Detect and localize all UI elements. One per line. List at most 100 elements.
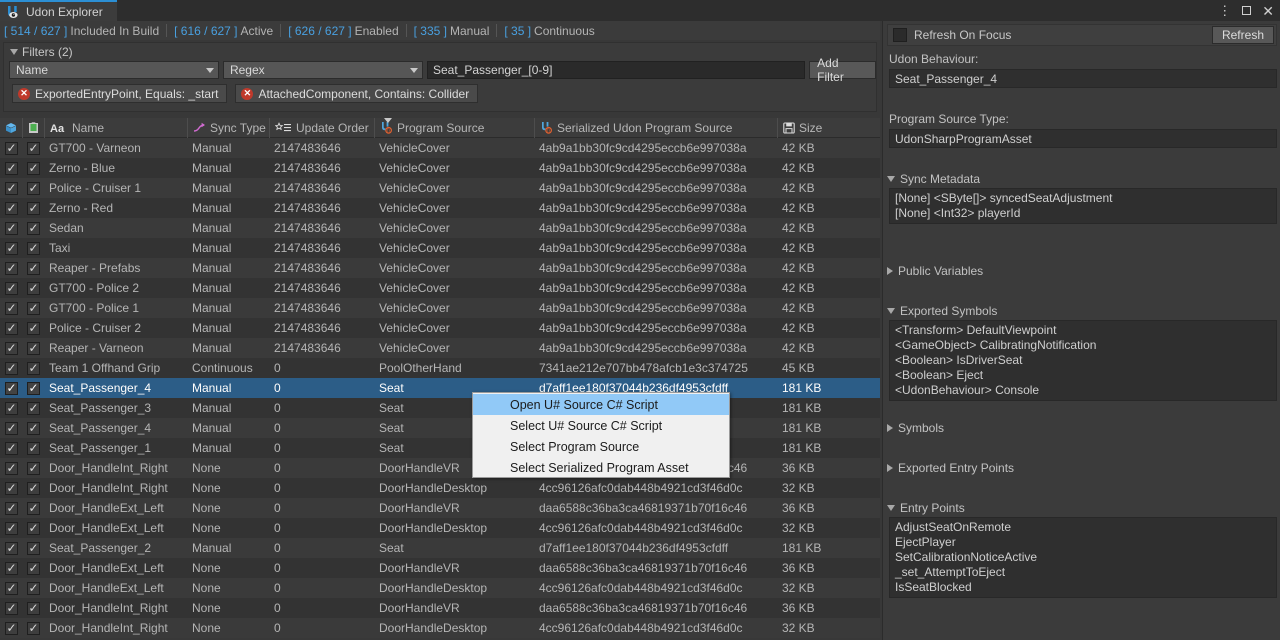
included-in-build-checkbox-cell[interactable] xyxy=(0,241,22,255)
included-in-build-checkbox[interactable] xyxy=(4,541,18,555)
included-in-build-checkbox-cell[interactable] xyxy=(0,321,22,335)
included-in-build-checkbox-cell[interactable] xyxy=(0,481,22,495)
enabled-checkbox[interactable] xyxy=(26,581,40,595)
enabled-checkbox-cell[interactable] xyxy=(22,381,44,395)
enabled-checkbox[interactable] xyxy=(26,301,40,315)
filter-field-dropdown[interactable]: Name xyxy=(9,61,219,79)
enabled-checkbox-cell[interactable] xyxy=(22,401,44,415)
included-in-build-checkbox-cell[interactable] xyxy=(0,181,22,195)
context-menu-item[interactable]: Select Program Source xyxy=(473,436,729,457)
filters-foldout[interactable]: Filters (2) xyxy=(4,43,876,60)
table-row[interactable]: Taxi Manual 2147483646 VehicleCover 4ab9a1bb… xyxy=(0,238,880,258)
table-row[interactable]: Seat_Passenger_4Manual0Seatd7aff1ee180f3… xyxy=(0,418,880,438)
foldout-entry-points[interactable]: Entry Points xyxy=(887,501,965,515)
enabled-checkbox[interactable] xyxy=(26,381,40,395)
included-in-build-checkbox[interactable] xyxy=(4,261,18,275)
included-in-build-checkbox-cell[interactable] xyxy=(0,421,22,435)
enabled-checkbox[interactable] xyxy=(26,421,40,435)
included-in-build-checkbox[interactable] xyxy=(4,361,18,375)
included-in-build-checkbox[interactable] xyxy=(4,321,18,335)
table-row[interactable]: Door_HandleInt_RightNone0DoorHandleVRdaa… xyxy=(0,458,880,478)
included-in-build-checkbox-cell[interactable] xyxy=(0,581,22,595)
included-in-build-checkbox-cell[interactable] xyxy=(0,441,22,455)
column-header-size[interactable]: Size xyxy=(777,117,852,138)
column-header-update-order[interactable]: Update Order xyxy=(269,117,374,138)
table-row[interactable]: Reaper - Varneon Manual 2147483646 VehicleC… xyxy=(0,338,880,358)
refresh-on-focus-checkbox[interactable] xyxy=(893,28,907,42)
enabled-checkbox-cell[interactable] xyxy=(22,621,44,635)
enabled-checkbox-cell[interactable] xyxy=(22,341,44,355)
kebab-menu-icon[interactable]: ⋮ xyxy=(1218,4,1231,17)
column-header-icon-0[interactable] xyxy=(0,118,22,138)
maximize-icon[interactable] xyxy=(1242,6,1252,15)
included-in-build-checkbox[interactable] xyxy=(4,281,18,295)
enabled-checkbox-cell[interactable] xyxy=(22,201,44,215)
table-row[interactable]: GT700 - Varneon Manual 2147483646 VehicleCo… xyxy=(0,138,880,158)
enabled-checkbox-cell[interactable] xyxy=(22,441,44,455)
enabled-checkbox[interactable] xyxy=(26,281,40,295)
enabled-checkbox[interactable] xyxy=(26,601,40,615)
table-row[interactable]: Seat_Passenger_2 Manual 0 Seat d7aff1ee180f3… xyxy=(0,538,880,558)
enabled-checkbox[interactable] xyxy=(26,341,40,355)
included-in-build-checkbox-cell[interactable] xyxy=(0,301,22,315)
enabled-checkbox-cell[interactable] xyxy=(22,561,44,575)
foldout-public-variables[interactable]: Public Variables xyxy=(887,264,983,278)
tab-udon-explorer[interactable]: Udon Explorer xyxy=(0,0,117,21)
included-in-build-checkbox[interactable] xyxy=(4,141,18,155)
enabled-checkbox-cell[interactable] xyxy=(22,581,44,595)
filter-value-input[interactable]: Seat_Passenger_[0-9] xyxy=(427,61,806,79)
enabled-checkbox[interactable] xyxy=(26,221,40,235)
included-in-build-checkbox[interactable] xyxy=(4,301,18,315)
foldout-sync-metadata[interactable]: Sync Metadata xyxy=(887,172,980,186)
enabled-checkbox-cell[interactable] xyxy=(22,161,44,175)
context-menu-item[interactable]: Select U# Source C# Script xyxy=(473,415,729,436)
table-row[interactable]: Police - Cruiser 1 Manual 2147483646 Vehicl… xyxy=(0,178,880,198)
context-menu-item[interactable]: Open U# Source C# Script xyxy=(473,394,729,415)
included-in-build-checkbox-cell[interactable] xyxy=(0,561,22,575)
enabled-checkbox-cell[interactable] xyxy=(22,521,44,535)
included-in-build-checkbox[interactable] xyxy=(4,521,18,535)
enabled-checkbox[interactable] xyxy=(26,141,40,155)
table-row[interactable]: Zerno - Red Manual 2147483646 VehicleCover 4… xyxy=(0,198,880,218)
enabled-checkbox[interactable] xyxy=(26,521,40,535)
enabled-checkbox[interactable] xyxy=(26,621,40,635)
table-row[interactable]: Door_HandleInt_RightNone0DoorHandleVRdaa… xyxy=(0,598,880,618)
enabled-checkbox-cell[interactable] xyxy=(22,421,44,435)
add-filter-button[interactable]: Add Filter xyxy=(809,56,876,84)
filter-chip[interactable]: ✕ ExportedEntryPoint, Equals: _start xyxy=(12,84,228,103)
included-in-build-checkbox[interactable] xyxy=(4,221,18,235)
included-in-build-checkbox-cell[interactable] xyxy=(0,521,22,535)
included-in-build-checkbox[interactable] xyxy=(4,161,18,175)
included-in-build-checkbox-cell[interactable] xyxy=(0,501,22,515)
included-in-build-checkbox-cell[interactable] xyxy=(0,341,22,355)
table-row[interactable]: Door_HandleExt_Left None 0 DoorHandleDeskto… xyxy=(0,518,880,538)
included-in-build-checkbox-cell[interactable] xyxy=(0,381,22,395)
included-in-build-checkbox-cell[interactable] xyxy=(0,221,22,235)
remove-filter-icon[interactable]: ✕ xyxy=(241,87,254,100)
included-in-build-checkbox[interactable] xyxy=(4,621,18,635)
included-in-build-checkbox[interactable] xyxy=(4,561,18,575)
included-in-build-checkbox[interactable] xyxy=(4,181,18,195)
table-row[interactable]: Door_HandleExt_Left None 0 DoorHandleDeskto… xyxy=(0,578,880,598)
enabled-checkbox[interactable] xyxy=(26,501,40,515)
enabled-checkbox[interactable] xyxy=(26,401,40,415)
enabled-checkbox-cell[interactable] xyxy=(22,361,44,375)
included-in-build-checkbox[interactable] xyxy=(4,201,18,215)
included-in-build-checkbox-cell[interactable] xyxy=(0,261,22,275)
included-in-build-checkbox[interactable] xyxy=(4,481,18,495)
included-in-build-checkbox[interactable] xyxy=(4,581,18,595)
table-row[interactable]: Seat_Passenger_1Manual0Seatd7aff1ee180f3… xyxy=(0,438,880,458)
enabled-checkbox-cell[interactable] xyxy=(22,501,44,515)
column-header-program-source[interactable]: {} Program Source xyxy=(374,117,534,138)
enabled-checkbox[interactable] xyxy=(26,261,40,275)
included-in-build-checkbox[interactable] xyxy=(4,241,18,255)
table-row[interactable]: Door_HandleInt_Right None 0 DoorHandleDeskt… xyxy=(0,618,880,638)
foldout-symbols[interactable]: Symbols xyxy=(887,421,944,435)
enabled-checkbox-cell[interactable] xyxy=(22,221,44,235)
enabled-checkbox-cell[interactable] xyxy=(22,141,44,155)
enabled-checkbox[interactable] xyxy=(26,201,40,215)
table-row[interactable]: Seat_Passenger_3Manual0Seatd7aff1ee180f3… xyxy=(0,398,880,418)
included-in-build-checkbox[interactable] xyxy=(4,441,18,455)
included-in-build-checkbox-cell[interactable] xyxy=(0,361,22,375)
included-in-build-checkbox[interactable] xyxy=(4,421,18,435)
